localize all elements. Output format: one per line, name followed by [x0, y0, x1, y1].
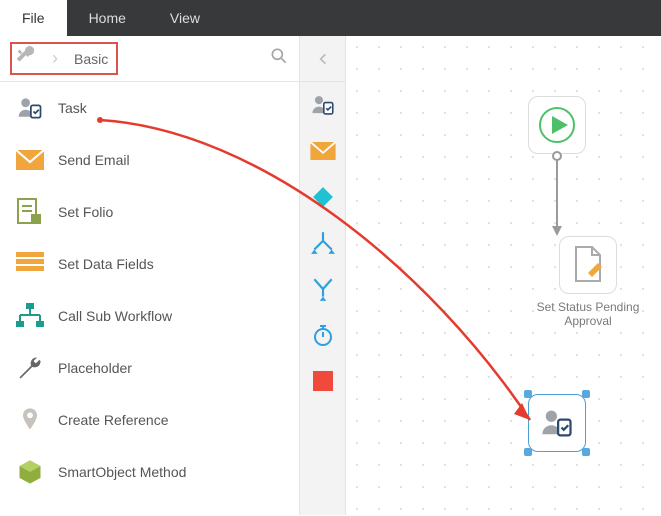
tab-home[interactable]: Home — [67, 0, 148, 36]
breadcrumb-current[interactable]: Basic — [74, 51, 108, 67]
mini-toolbar — [300, 36, 346, 515]
sidebar-item-task[interactable]: Task — [0, 82, 299, 134]
task-icon — [16, 94, 44, 122]
toolbar-merge[interactable] — [300, 266, 346, 312]
sidebar-item-label: Set Data Fields — [58, 256, 154, 272]
sidebar-item-set-folio[interactable]: Set Folio — [0, 186, 299, 238]
steps-list: Task Send Email Set Folio Set Data Field… — [0, 82, 299, 498]
tools-root-icon[interactable] — [14, 46, 36, 71]
data-fields-icon — [16, 250, 44, 278]
node-set-status[interactable]: Set Status Pending Approval — [528, 236, 648, 329]
start-icon — [528, 96, 586, 154]
tab-view[interactable]: View — [148, 0, 222, 36]
tab-home-label: Home — [89, 10, 126, 26]
stop-icon — [313, 371, 333, 391]
sidebar-item-set-data-fields[interactable]: Set Data Fields — [0, 238, 299, 290]
diamond-icon — [309, 183, 337, 211]
breadcrumb-separator-icon: › — [52, 48, 58, 69]
node-task-drop[interactable] — [528, 394, 586, 452]
wrench-icon — [16, 354, 44, 382]
toolbar-decision[interactable] — [300, 174, 346, 220]
merge-icon — [310, 276, 336, 302]
collapse-sidebar-button[interactable] — [300, 36, 345, 82]
main-area: › Basic Task Send Email — [0, 36, 661, 515]
tab-file[interactable]: File — [0, 0, 67, 36]
sidebar-item-send-email[interactable]: Send Email — [0, 134, 299, 186]
tab-file-label: File — [22, 10, 45, 26]
split-icon — [310, 230, 336, 256]
toolbar-task[interactable] — [300, 82, 346, 128]
node-start[interactable] — [528, 96, 586, 154]
task-icon — [528, 394, 586, 452]
document-icon — [559, 236, 617, 294]
breadcrumb-bar: › Basic — [0, 36, 299, 82]
top-menu-bar: File Home View — [0, 0, 661, 36]
sidebar-item-smartobject-method[interactable]: SmartObject Method — [0, 446, 299, 498]
node-caption: Set Status Pending Approval — [528, 300, 648, 329]
sidebar-item-label: Call Sub Workflow — [58, 308, 172, 324]
folio-icon — [16, 198, 44, 226]
steps-sidebar: › Basic Task Send Email — [0, 36, 300, 515]
tab-view-label: View — [170, 10, 200, 26]
sidebar-item-placeholder[interactable]: Placeholder — [0, 342, 299, 394]
toolbar-timer[interactable] — [300, 312, 346, 358]
toolbar-send-email[interactable] — [300, 128, 346, 174]
toolbar-split[interactable] — [300, 220, 346, 266]
sidebar-item-create-reference[interactable]: Create Reference — [0, 394, 299, 446]
sub-workflow-icon — [16, 302, 44, 330]
smartobject-icon — [16, 458, 44, 486]
chevron-left-icon — [316, 52, 330, 66]
sidebar-item-label: Placeholder — [58, 360, 132, 376]
sidebar-item-call-sub-workflow[interactable]: Call Sub Workflow — [0, 290, 299, 342]
sidebar-item-label: SmartObject Method — [58, 464, 186, 480]
search-icon[interactable] — [269, 46, 289, 71]
sidebar-item-label: Create Reference — [58, 412, 169, 428]
sidebar-item-label: Set Folio — [58, 204, 113, 220]
envelope-icon — [16, 146, 44, 174]
sidebar-item-label: Send Email — [58, 152, 130, 168]
breadcrumb-highlight: › Basic — [10, 42, 118, 75]
timer-icon — [311, 323, 335, 347]
workflow-canvas[interactable]: Set Status Pending Approval — [346, 36, 661, 515]
toolbar-stop[interactable] — [300, 358, 346, 404]
reference-icon — [16, 406, 44, 434]
sidebar-item-label: Task — [58, 100, 87, 116]
